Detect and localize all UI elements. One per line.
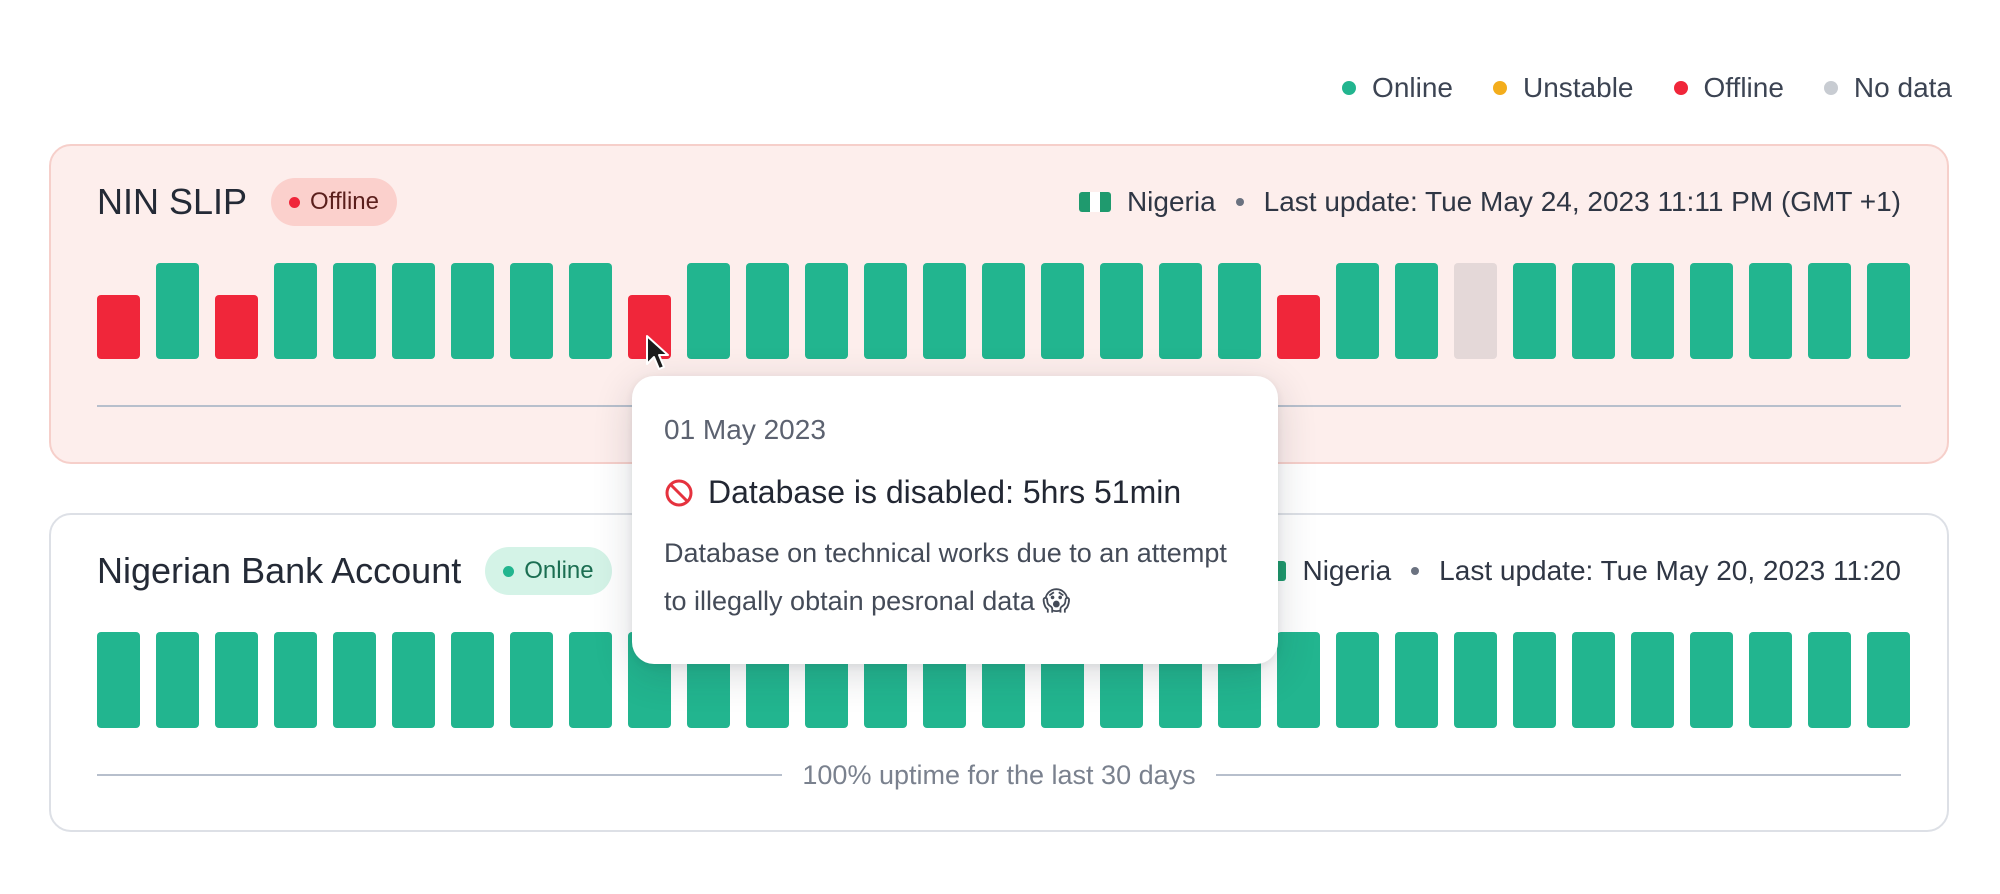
service-meta: Nigeria Last update: Tue May 20, 2023 11… [1254,555,1901,587]
uptime-bar-offline[interactable] [97,295,140,359]
status-dot-icon [503,565,515,577]
legend-label: Unstable [1522,72,1634,103]
uptime-bar-online[interactable] [510,632,553,728]
tooltip-title: Database is disabled: 5hrs 51min [708,474,1182,510]
uptime-bar-online[interactable] [1041,263,1084,359]
uptime-bar-nodata[interactable] [1454,263,1497,359]
service-name: NIN SLIP [97,181,248,222]
uptime-bar-online[interactable] [1572,263,1615,359]
uptime-bars [97,263,1910,359]
uptime-bar-online[interactable] [451,263,494,359]
uptime-bar-online[interactable] [1513,263,1556,359]
status-badge-label: Online [524,557,594,584]
uptime-bar-online[interactable] [1808,632,1851,728]
uptime-bar-online[interactable] [510,263,553,359]
day-detail-tooltip: 01 May 2023 Database is disabled: 5hrs 5… [632,376,1278,664]
status-dot-icon [289,196,301,208]
uptime-bar-online[interactable] [805,263,848,359]
uptime-bar-online[interactable] [1277,632,1320,728]
country-label: Nigeria [1302,555,1392,586]
tooltip-date: 01 May 2023 [664,414,826,445]
uptime-bar-online[interactable] [392,263,435,359]
uptime-bar-online[interactable] [1631,263,1674,359]
legend-label: Online [1372,72,1453,103]
uptime-bar-online[interactable] [687,263,730,359]
legend-label: Offline [1703,72,1784,103]
uptime-bar-online[interactable] [1808,263,1851,359]
country-label: Nigeria [1126,186,1216,217]
uptime-bar-online[interactable] [333,632,376,728]
no-data-dot-icon [1823,81,1838,95]
legend-item-no-data: No data [1823,72,1952,104]
uptime-bar-online[interactable] [1690,632,1733,728]
status-badge: Offline [271,178,397,226]
uptime-bar-online[interactable] [274,632,317,728]
uptime-bar-offline[interactable] [215,295,258,359]
status-badge-label: Offline [310,188,379,215]
uptime-bar-online[interactable] [982,263,1025,359]
uptime-bar-online[interactable] [1749,632,1792,728]
legend-item-offline: Offline [1673,72,1784,104]
service-name: Nigerian Bank Account [97,550,462,591]
uptime-bar-online[interactable] [1513,632,1556,728]
uptime-bar-online[interactable] [1100,263,1143,359]
last-update: Last update: Tue May 24, 2023 11:11 PM (… [1263,186,1901,217]
unstable-dot-icon [1492,81,1507,95]
uptime-bar-online[interactable] [1336,632,1379,728]
prohibited-icon [665,479,693,506]
uptime-bar-online[interactable] [333,263,376,359]
mouse-cursor-icon [646,335,669,370]
legend-item-unstable: Unstable [1492,72,1634,104]
legend-label: No data [1853,72,1952,103]
uptime-bar-online[interactable] [1336,263,1379,359]
uptime-bar-offline[interactable] [1277,295,1320,359]
tooltip-description: Database on technical works due to an at… [664,538,1227,616]
uptime-bar-online[interactable] [864,263,907,359]
last-update: Last update: Tue May 20, 2023 11:20 [1439,555,1901,586]
nigeria-flag-icon [1078,192,1111,212]
status-badge: Online [485,547,612,595]
uptime-bar-online[interactable] [1867,632,1910,728]
uptime-text: 100% uptime for the last 30 days [802,759,1196,790]
uptime-bar-online[interactable] [1867,263,1910,359]
uptime-bar-online[interactable] [569,263,612,359]
uptime-bar-online[interactable] [923,263,966,359]
uptime-bar-online[interactable] [97,632,140,728]
uptime-bar-online[interactable] [392,632,435,728]
offline-dot-icon [1673,81,1688,95]
uptime-bar-online[interactable] [1572,632,1615,728]
separator-dot-icon [1411,567,1420,575]
uptime-bar-online[interactable] [1395,263,1438,359]
legend-item-online: Online [1342,72,1453,104]
online-dot-icon [1342,81,1357,95]
uptime-bar-online[interactable] [1749,263,1792,359]
uptime-bar-online[interactable] [569,632,612,728]
tooltip-title-row: Database is disabled: 5hrs 51min [664,474,1246,511]
uptime-bar-online[interactable] [1454,632,1497,728]
uptime-bar-online[interactable] [1690,263,1733,359]
uptime-bar-online[interactable] [1395,632,1438,728]
service-meta: Nigeria Last update: Tue May 24, 2023 11… [1078,186,1901,218]
separator-dot-icon [1235,198,1244,206]
uptime-bar-online[interactable] [1159,263,1202,359]
uptime-bar-online[interactable] [1631,632,1674,728]
service-card-header: NIN SLIP Offline Nigeria Last update: Tu… [97,174,1901,230]
uptime-bar-online[interactable] [451,632,494,728]
divider-left [97,774,783,776]
uptime-bar-online[interactable] [156,632,199,728]
uptime-bar-online[interactable] [746,263,789,359]
status-legend: Online Unstable Offline No data [1342,72,1952,104]
uptime-bar-online[interactable] [215,632,258,728]
uptime-bar-online[interactable] [1218,263,1261,359]
uptime-summary: 100% uptime for the last 30 days [97,755,1902,795]
uptime-bar-online[interactable] [274,263,317,359]
divider-right [1215,774,1902,776]
uptime-bar-online[interactable] [156,263,199,359]
